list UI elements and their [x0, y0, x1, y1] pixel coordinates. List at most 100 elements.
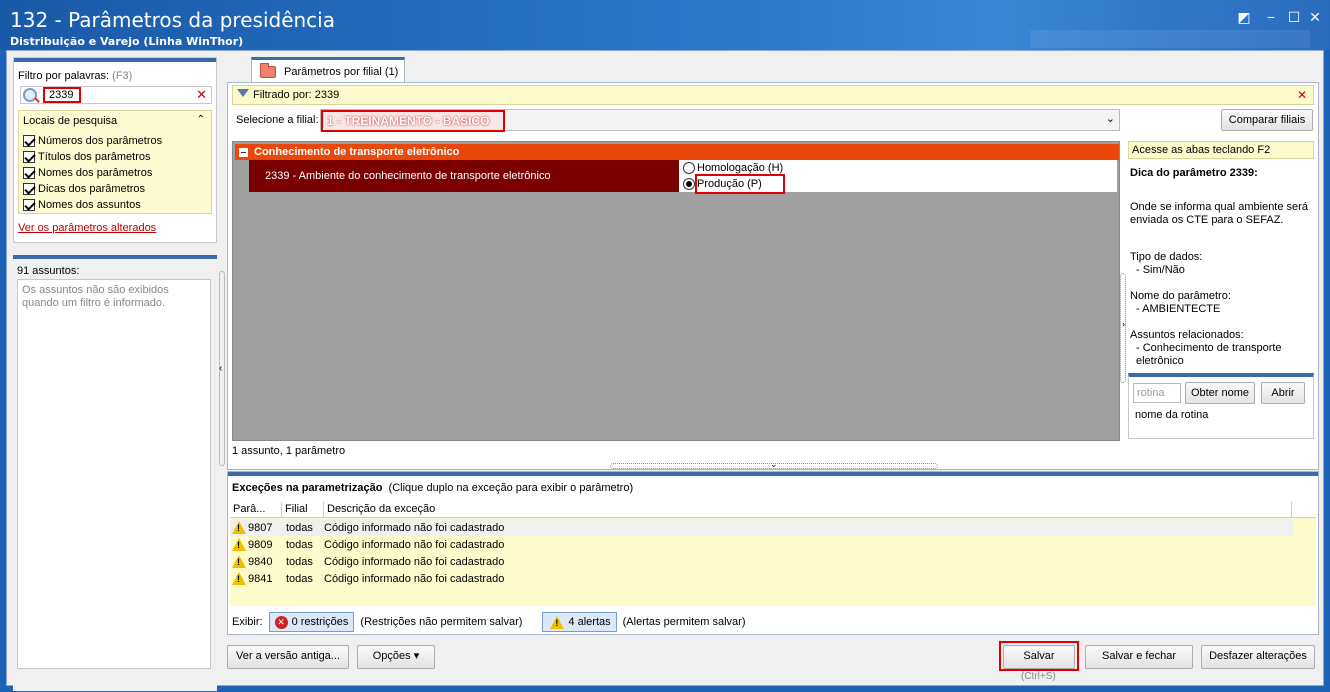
tip-related-label: Assuntos relacionados:: [1130, 329, 1244, 341]
checkbox-icon[interactable]: [23, 183, 35, 195]
error-icon: ✕: [274, 615, 288, 629]
compare-branches-button[interactable]: Comparar filiais: [1221, 109, 1313, 131]
tab-params-by-branch[interactable]: Parâmetros por filial (1): [251, 57, 405, 83]
minimize-icon[interactable]: −: [1260, 7, 1282, 27]
checkbox-icon[interactable]: [23, 135, 35, 147]
funnel-icon: [237, 89, 249, 101]
warning-icon: [232, 538, 246, 551]
table-row[interactable]: 9809 todas Código informado não foi cada…: [230, 536, 1294, 553]
exceptions-filter: Exibir: ✕ 0 restrições (Restrições não p…: [232, 612, 745, 632]
radio-selected-icon[interactable]: [683, 178, 695, 190]
tip-param-name-value: - AMBIENTECTE: [1136, 303, 1221, 315]
options-button[interactable]: Opções ▾: [357, 645, 435, 669]
status-line: 1 assunto, 1 parâmetro: [232, 445, 346, 457]
location-checkbox[interactable]: Números dos parâmetros: [23, 133, 162, 149]
group-header[interactable]: Conhecimento de transporte eletrônico: [235, 144, 1119, 160]
undo-changes-button[interactable]: Desfazer alterações: [1201, 645, 1315, 669]
window-title: 132 - Parâmetros da presidência: [10, 8, 335, 32]
collapse-group-icon[interactable]: [239, 147, 248, 157]
checkbox-icon[interactable]: [23, 151, 35, 163]
branch-value[interactable]: 1 - TREINAMENTO - BASICO: [321, 110, 505, 132]
folder-icon: [260, 62, 276, 78]
checkbox-icon[interactable]: [23, 167, 35, 179]
alerts-note: (Alertas permitem salvar): [622, 616, 746, 628]
location-checkbox[interactable]: Nomes dos assuntos: [23, 197, 141, 213]
collapse-left-icon[interactable]: ‹: [219, 363, 222, 374]
params-content: Filtrado por: 2339 ✕ Selecione a filial:…: [227, 82, 1319, 470]
column-header[interactable]: Parâ...: [230, 502, 282, 517]
save-close-button[interactable]: Salvar e fechar: [1085, 645, 1193, 669]
filter-bar: Filtrado por: 2339 ✕: [232, 85, 1314, 105]
routine-input[interactable]: rotina: [1133, 383, 1181, 403]
restrictions-note: (Restrições não permitem salvar): [360, 616, 523, 628]
column-header[interactable]: Filial: [282, 502, 324, 517]
subjects-count: 91 assuntos:: [17, 265, 80, 277]
close-icon[interactable]: ✕: [1304, 7, 1326, 27]
routine-name-label: nome da rotina: [1135, 409, 1209, 421]
filtered-by-text: Filtrado por: 2339: [253, 89, 340, 101]
location-checkbox[interactable]: Títulos dos parâmetros: [23, 149, 151, 165]
search-input[interactable]: 2339 ✕: [20, 86, 212, 104]
radio-homologacao[interactable]: Homologação (H): [683, 162, 783, 174]
exceptions-panel: Exceções na parametrização (Clique duplo…: [227, 471, 1319, 635]
exceptions-table: Parâ... Filial Descrição da exceção 9807…: [230, 502, 1316, 606]
access-hint: Acesse as abas teclando F2: [1128, 141, 1314, 159]
tab-strip: Parâmetros por filial (1): [227, 57, 1319, 83]
table-row[interactable]: 9840 todas Código informado não foi cada…: [230, 553, 1294, 570]
tip-description: Onde se informa qual ambiente será envia…: [1130, 201, 1308, 226]
table-row[interactable]: 9841 todas Código informado não foi cada…: [230, 570, 1294, 587]
column-header[interactable]: Descrição da exceção: [324, 502, 1292, 517]
param-row[interactable]: 2339 - Ambiente do conhecimento de trans…: [249, 160, 1117, 194]
search-locations-title: Locais de pesquisa: [23, 115, 118, 127]
warning-icon: [550, 615, 565, 629]
show-label: Exibir:: [232, 616, 263, 628]
location-checkbox[interactable]: Dicas dos parâmetros: [23, 181, 145, 197]
branch-label: Selecione a filial:: [236, 114, 319, 126]
subjects-list[interactable]: Os assuntos não são exibidos quando um f…: [17, 279, 211, 669]
warning-icon: [232, 572, 246, 585]
alerts-toggle[interactable]: 4 alertas: [542, 612, 617, 632]
location-checkbox[interactable]: Nomes dos parâmetros: [23, 165, 152, 181]
filter-panel: Filtro por palavras: (F3) 2339 ✕ Locais …: [13, 57, 217, 243]
tip-data-type-label: Tipo de dados:: [1130, 251, 1203, 263]
maximize-icon[interactable]: ☐: [1283, 7, 1305, 27]
checkbox-icon[interactable]: [23, 199, 35, 211]
expand-right-icon[interactable]: ›: [1122, 319, 1125, 329]
warning-icon: [232, 521, 246, 534]
tip-param-name-label: Nome do parâmetro:: [1130, 290, 1231, 302]
routine-section: rotina Obter nome Abrir nome da rotina: [1128, 373, 1314, 439]
tip-panel: Acesse as abas teclando F2 Dica do parâm…: [1128, 141, 1314, 441]
branch-select[interactable]: 1 - TREINAMENTO - BASICO ⌄: [320, 109, 1120, 132]
window-subtitle: Distribuição e Varejo (Linha WinThor): [10, 35, 244, 48]
chevron-down-icon[interactable]: ⌄: [1106, 112, 1115, 125]
get-name-button[interactable]: Obter nome: [1185, 382, 1255, 404]
filter-label: Filtro por palavras: (F3): [18, 70, 133, 82]
altered-params-link[interactable]: Ver os parâmetros alterados: [18, 222, 156, 234]
open-button[interactable]: Abrir: [1261, 382, 1305, 404]
save-shortcut: (Ctrl+S): [1021, 671, 1056, 682]
param-name: 2339 - Ambiente do conhecimento de trans…: [249, 160, 679, 192]
title-bar: 132 - Parâmetros da presidência Distribu…: [0, 0, 1330, 50]
clear-icon[interactable]: ✕: [196, 87, 207, 103]
search-value[interactable]: 2339: [43, 87, 81, 103]
old-version-button[interactable]: Ver a versão antiga...: [227, 645, 349, 669]
search-locations: Locais de pesquisa ⌃ Números dos parâmet…: [18, 110, 212, 214]
params-grid: Conhecimento de transporte eletrônico 23…: [232, 141, 1120, 441]
clear-filter-icon[interactable]: ✕: [1297, 88, 1307, 102]
table-row[interactable]: 9807 todas Código informado não foi cada…: [230, 519, 1294, 536]
tip-data-type-value: - Sim/Não: [1136, 264, 1185, 276]
warning-icon: [232, 555, 246, 568]
radio-icon[interactable]: [683, 162, 695, 174]
save-button[interactable]: Salvar: [1003, 645, 1075, 669]
subjects-panel: 91 assuntos: Os assuntos não são exibido…: [13, 255, 217, 691]
tip-related-value: - Conhecimento de transporte eletrônico: [1136, 342, 1282, 367]
tip-title: Dica do parâmetro 2339:: [1130, 167, 1258, 179]
restore-icon[interactable]: ◩: [1233, 7, 1255, 27]
collapse-icon[interactable]: ⌃: [197, 114, 205, 125]
restrictions-toggle[interactable]: ✕ 0 restrições: [268, 612, 355, 632]
exceptions-title: Exceções na parametrização (Clique duplo…: [232, 482, 634, 494]
dropdown-arrow-icon: ▾: [413, 650, 420, 662]
exceptions-header: Parâ... Filial Descrição da exceção: [230, 502, 1316, 518]
client-area: Filtro por palavras: (F3) 2339 ✕ Locais …: [6, 50, 1324, 691]
chevron-down-icon[interactable]: ⌄: [770, 459, 778, 470]
